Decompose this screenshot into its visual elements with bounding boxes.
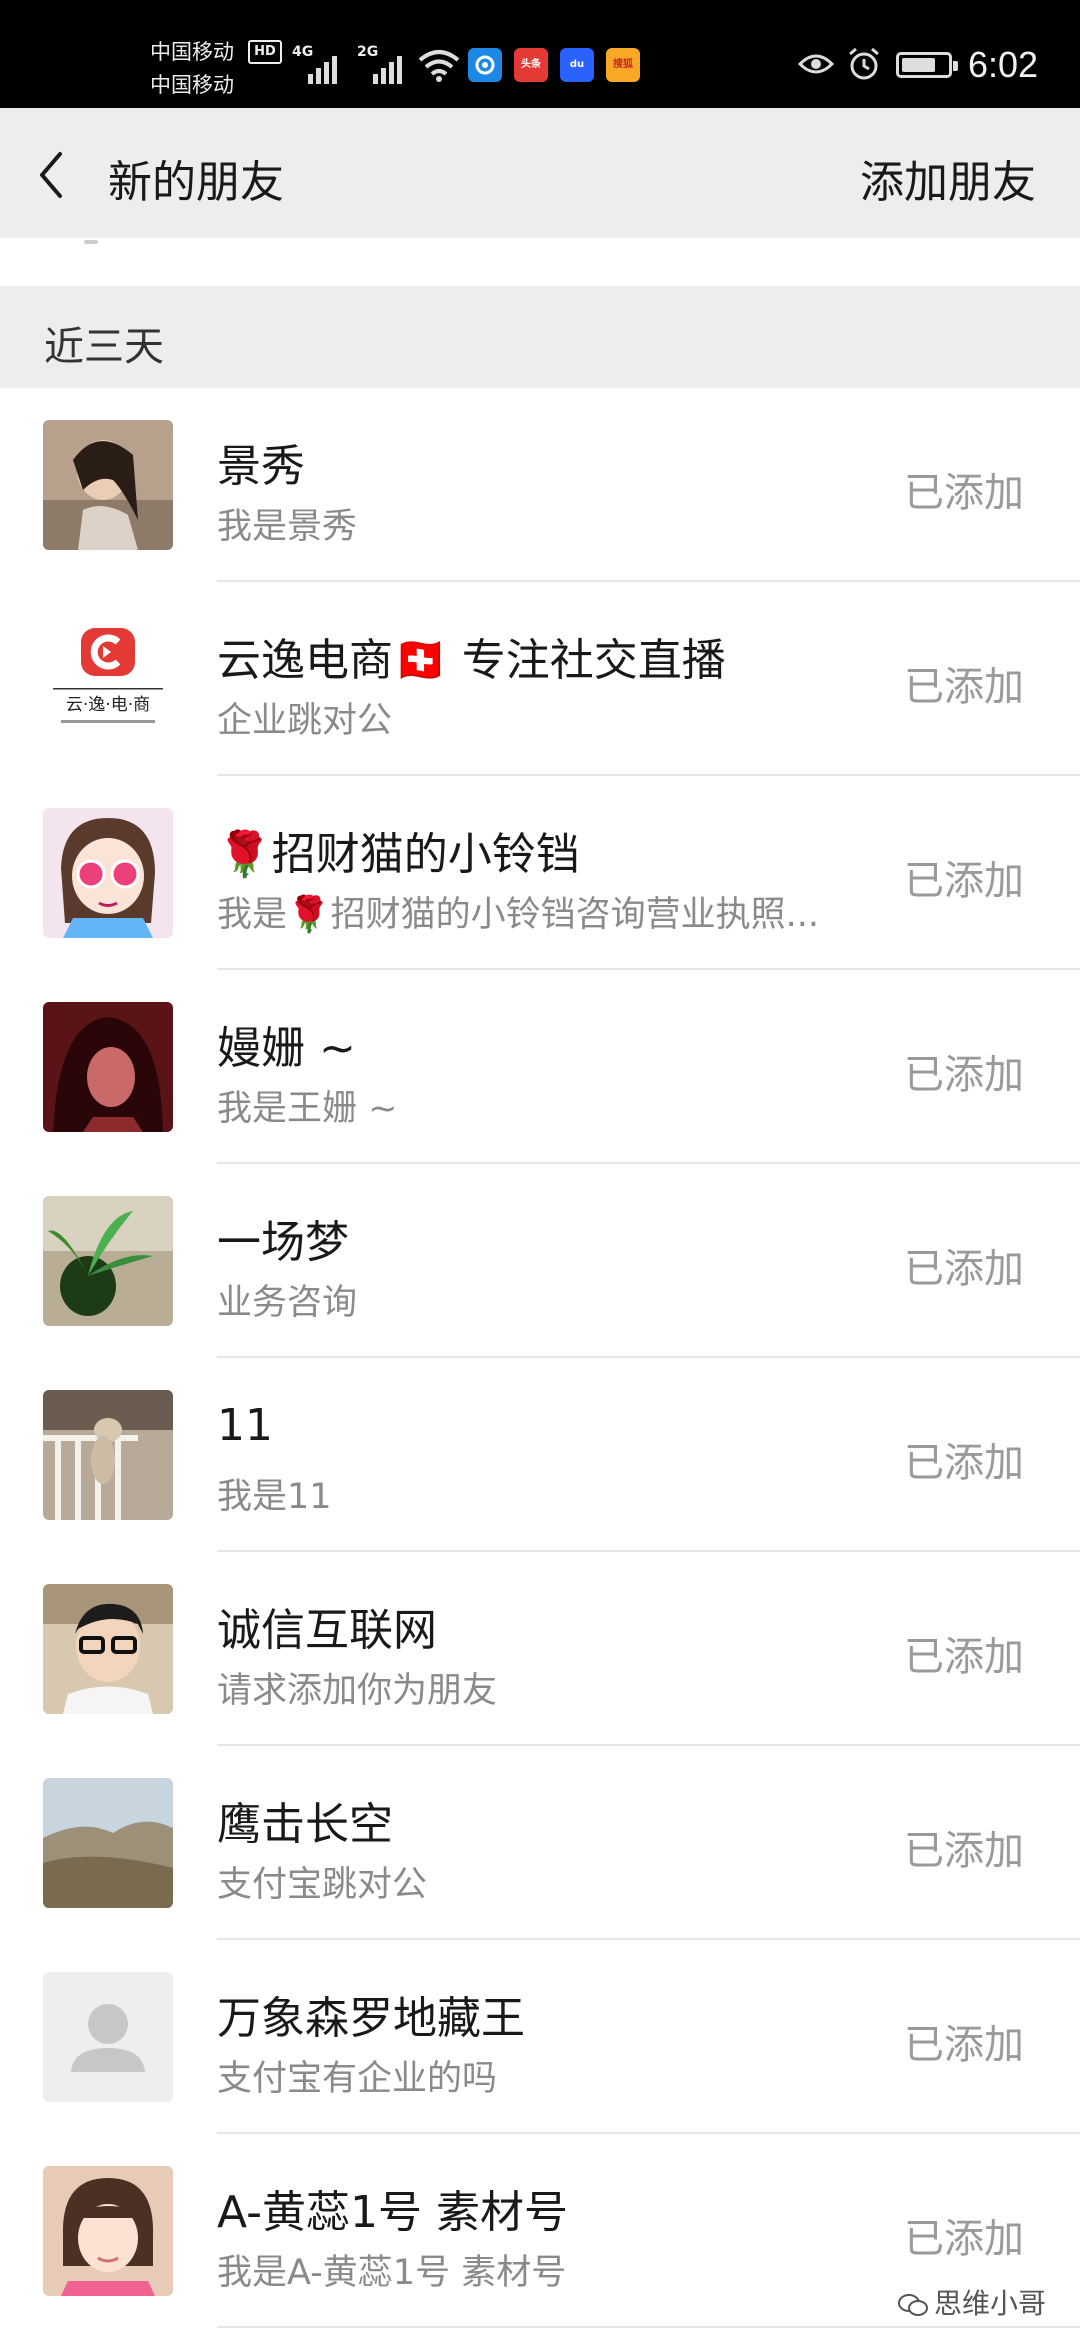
alarm-icon — [849, 47, 879, 80]
cat-avatar[interactable] — [43, 1390, 173, 1520]
friend-name: A-黄蕊1号 素材号 — [217, 2187, 568, 2238]
friend-name: 嫚姗 ~ — [217, 1023, 356, 1074]
added-status: 已添加 — [904, 1634, 1024, 1680]
svg-text:云·逸·电·商: 云·逸·电·商 — [66, 695, 150, 715]
friend-row[interactable]: 云·逸·电·商 云逸电商🇨🇭 专注社交直播 企业跳对公 已添加 — [0, 582, 1080, 776]
friend-row[interactable]: 诚信互联网 请求添加你为朋友 已添加 — [0, 1552, 1080, 1746]
friend-name: 诚信互联网 — [217, 1605, 437, 1656]
watermark: 思维小哥 — [897, 2282, 1046, 2322]
scrolled-content-strip — [0, 238, 1080, 286]
peek-marker — [84, 240, 98, 244]
watermark-text: 思维小哥 — [933, 2287, 1046, 2320]
added-status: 已添加 — [904, 1052, 1024, 1098]
signal-4g-icon: 4G — [292, 44, 342, 84]
carrier-1: 中国移动 — [150, 40, 234, 64]
baidu-icon: du — [560, 48, 594, 82]
added-status: 已添加 — [904, 1246, 1024, 1292]
add-friend-button[interactable]: 添加朋友 — [860, 146, 1036, 210]
friend-name: 11 — [217, 1400, 273, 1451]
section-title: 近三天 — [44, 324, 164, 370]
wifi-icon — [418, 50, 460, 82]
mountain-avatar[interactable] — [43, 1778, 173, 1908]
friend-message: 请求添加你为朋友 — [217, 1671, 498, 1711]
friend-message: 业务咨询 — [217, 1283, 358, 1323]
friend-name: 云逸电商🇨🇭 专注社交直播 — [217, 635, 726, 686]
friend-message: 我是🌹招财猫的小铃铛咨询营业执照... — [217, 895, 819, 935]
friend-message: 我是A-黄蕊1号 素材号 — [217, 2253, 567, 2293]
friend-message: 支付宝有企业的吗 — [217, 2059, 498, 2099]
friend-row[interactable]: 万象森罗地藏王 支付宝有企业的吗 已添加 — [0, 1940, 1080, 2134]
status-bar: 中国移动 中国移动 HD 4G 2G 头条 du 搜狐 6:02 — [0, 0, 1080, 108]
friend-name: 一场梦 — [217, 1217, 349, 1268]
wechat-icon — [897, 2294, 928, 2316]
friend-request-list: 景秀 我是景秀 已添加 云·逸·电·商 云逸电商🇨🇭 专注社交直播 企业跳对公 … — [0, 388, 1080, 2328]
illustration-avatar[interactable] — [43, 1002, 173, 1132]
friend-row[interactable]: 鹰击长空 支付宝跳对公 已添加 — [0, 1746, 1080, 1940]
divider — [217, 2326, 1080, 2328]
added-status: 已添加 — [904, 664, 1024, 710]
friend-message: 我是11 — [217, 1477, 332, 1517]
friend-message: 支付宝跳对公 — [217, 1865, 428, 1905]
friend-message: 我是景秀 — [217, 507, 358, 547]
yunyi-logo-avatar[interactable]: 云·逸·电·商 — [43, 614, 173, 744]
sohu-icon: 搜狐 — [606, 48, 640, 82]
back-arrow-icon[interactable] — [36, 150, 66, 200]
friend-row[interactable]: 11 我是11 已添加 — [0, 1358, 1080, 1552]
photo-girl-avatar[interactable] — [43, 420, 173, 550]
boy-glasses-avatar[interactable] — [43, 1584, 173, 1714]
friend-row[interactable]: 嫚姗 ~ 我是王姗 ~ 已添加 — [0, 970, 1080, 1164]
added-status: 已添加 — [904, 2022, 1024, 2068]
section-header: 近三天 — [0, 286, 1080, 388]
friend-message: 我是王姗 ~ — [217, 1089, 398, 1129]
added-status: 已添加 — [904, 2216, 1024, 2262]
added-status: 已添加 — [904, 470, 1024, 516]
friend-row[interactable]: 一场梦 业务咨询 已添加 — [0, 1164, 1080, 1358]
wifi-key-icon — [468, 48, 502, 82]
default-person-avatar[interactable] — [43, 1972, 173, 2102]
hd-badge: HD — [248, 40, 282, 64]
battery-icon — [896, 52, 958, 78]
friend-message: 企业跳对公 — [217, 701, 393, 741]
friend-name: 🌹招财猫的小铃铛 — [217, 829, 580, 880]
friend-row[interactable]: 景秀 我是景秀 已添加 — [0, 388, 1080, 582]
clock: 6:02 — [968, 44, 1039, 85]
child-avatar[interactable] — [43, 2166, 173, 2296]
friend-name: 景秀 — [217, 441, 305, 492]
plant-avatar[interactable] — [43, 1196, 173, 1326]
toutiao-icon: 头条 — [514, 48, 548, 82]
carrier-text: 中国移动 中国移动 — [150, 36, 234, 102]
page-title: 新的朋友 — [108, 157, 284, 208]
carrier-2: 中国移动 — [150, 73, 234, 97]
nav-header: 新的朋友 添加朋友 — [0, 108, 1080, 238]
cartoon-girl-avatar[interactable] — [43, 808, 173, 938]
added-status: 已添加 — [904, 858, 1024, 904]
friend-name: 万象森罗地藏王 — [217, 1993, 525, 2044]
signal-2g-icon: 2G — [357, 44, 407, 84]
added-status: 已添加 — [904, 1440, 1024, 1486]
eye-comfort-icon — [798, 54, 834, 74]
friend-name: 鹰击长空 — [217, 1799, 393, 1850]
added-status: 已添加 — [904, 1828, 1024, 1874]
friend-row[interactable]: 🌹招财猫的小铃铛 我是🌹招财猫的小铃铛咨询营业执照... 已添加 — [0, 776, 1080, 970]
